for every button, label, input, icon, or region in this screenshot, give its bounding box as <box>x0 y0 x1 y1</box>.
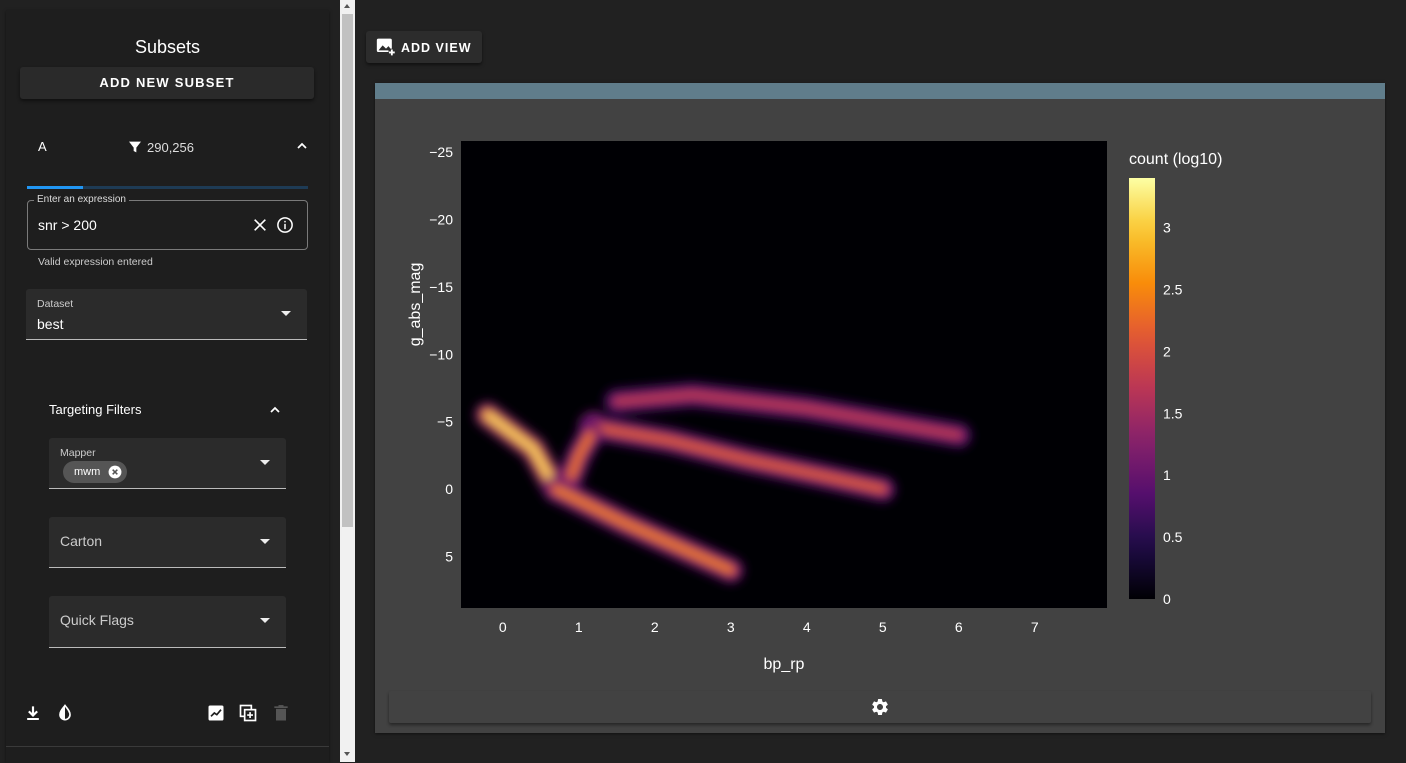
info-icon[interactable] <box>276 216 294 234</box>
contrast-icon[interactable] <box>55 703 75 723</box>
mapper-label: Mapper <box>60 447 96 459</box>
carton-select[interactable]: Carton <box>49 517 286 568</box>
x-axis-label: bp_rp <box>764 656 805 673</box>
scroll-up-icon[interactable] <box>344 4 350 8</box>
colorbar-tick-label: 1.5 <box>1163 405 1183 421</box>
y-tick-label: 5 <box>445 549 453 565</box>
subset-progress-bar <box>27 186 308 189</box>
subset-count: 290,256 <box>127 139 194 155</box>
subset-name: A <box>38 139 47 154</box>
chevron-up-icon[interactable] <box>267 402 283 418</box>
y-axis-label: g_abs_mag <box>407 263 424 347</box>
heatmap-chart[interactable]: 0 1 2 3 4 5 6 7 −25 −20 −15 −10 −5 0 5 bp_rp g_abs_mag 0 0… <box>375 83 1385 683</box>
expression-input[interactable]: snr > 200 <box>38 217 97 233</box>
x-tick-label: 4 <box>803 619 811 635</box>
y-tick-label: −10 <box>429 346 453 362</box>
y-tick-label: 0 <box>445 481 453 497</box>
caret-down-icon <box>260 539 270 544</box>
add-chart-icon[interactable] <box>206 703 226 723</box>
caret-down-icon <box>260 618 270 623</box>
subsets-panel: Subsets ADD NEW SUBSET A 290,256 Enter a… <box>6 10 329 763</box>
colorbar-tick-label: 2.5 <box>1163 281 1183 297</box>
add-new-subset-button[interactable]: ADD NEW SUBSET <box>20 67 314 99</box>
expression-label: Enter an expression <box>34 194 129 205</box>
colorbar-tick-label: 0 <box>1163 591 1171 607</box>
expression-hint: Valid expression entered <box>38 256 153 268</box>
page-scrollbar[interactable] <box>340 0 355 762</box>
subset-header[interactable]: A 290,256 <box>26 134 314 164</box>
filter-icon <box>129 141 141 153</box>
carton-label: Carton <box>60 533 103 549</box>
mapper-select[interactable]: Mapper mwm <box>49 438 286 489</box>
x-tick-label: 2 <box>651 619 659 635</box>
y-tick-label: −25 <box>429 144 453 160</box>
quick-flags-select[interactable]: Quick Flags <box>49 596 286 648</box>
next-subset-card <box>6 746 329 763</box>
scrollbar-thumb[interactable] <box>342 14 353 527</box>
x-tick-label: 1 <box>575 619 583 635</box>
gear-icon[interactable] <box>870 697 890 717</box>
panel-title: Subsets <box>134 37 201 57</box>
chip-close-icon[interactable] <box>108 465 122 479</box>
caret-down-icon <box>281 311 291 316</box>
plot-area <box>461 141 1107 608</box>
scroll-down-icon[interactable] <box>344 752 350 756</box>
colorbar-tick-label: 0.5 <box>1163 529 1183 545</box>
subset-count-value: 290,256 <box>147 139 194 155</box>
add-view-button[interactable]: ADD VIEW <box>366 31 482 63</box>
expression-field[interactable]: Enter an expression snr > 200 <box>27 194 308 250</box>
chevron-up-icon[interactable] <box>294 138 310 154</box>
x-tick-label: 7 <box>1031 619 1039 635</box>
download-icon[interactable] <box>23 703 43 723</box>
mapper-chip: mwm <box>63 461 128 483</box>
caret-down-icon <box>260 460 270 465</box>
dataset-label: Dataset <box>37 298 74 310</box>
colorbar-tick-label: 3 <box>1163 220 1171 236</box>
copy-icon[interactable] <box>238 703 258 723</box>
add-photo-icon <box>376 38 396 56</box>
progress-fill <box>27 186 84 189</box>
quick-flags-label: Quick Flags <box>60 612 134 628</box>
y-tick-label: −20 <box>429 211 453 227</box>
colorbar <box>1129 178 1155 599</box>
dataset-value: best <box>37 316 64 332</box>
close-icon[interactable] <box>252 217 268 233</box>
add-view-label: ADD VIEW <box>401 41 472 55</box>
colorbar-title: count (log10) <box>1129 151 1222 168</box>
chip-label: mwm <box>74 466 101 478</box>
colorbar-tick-label: 2 <box>1163 343 1171 359</box>
targeting-filters-title: Targeting Filters <box>49 402 142 417</box>
x-tick-label: 6 <box>955 619 963 635</box>
view-settings-bar <box>389 691 1371 723</box>
x-tick-label: 5 <box>879 619 887 635</box>
x-tick-label: 3 <box>727 619 735 635</box>
dataset-select[interactable]: Dataset best <box>26 289 307 340</box>
y-tick-label: −15 <box>429 279 453 295</box>
y-tick-label: −5 <box>437 414 453 430</box>
delete-icon[interactable] <box>271 703 291 723</box>
heatmap-view-card: 0 1 2 3 4 5 6 7 −25 −20 −15 −10 −5 0 5 bp_rp g_abs_mag 0 0… <box>375 83 1385 733</box>
colorbar-tick-label: 1 <box>1163 467 1171 483</box>
x-tick-label: 0 <box>499 619 507 635</box>
